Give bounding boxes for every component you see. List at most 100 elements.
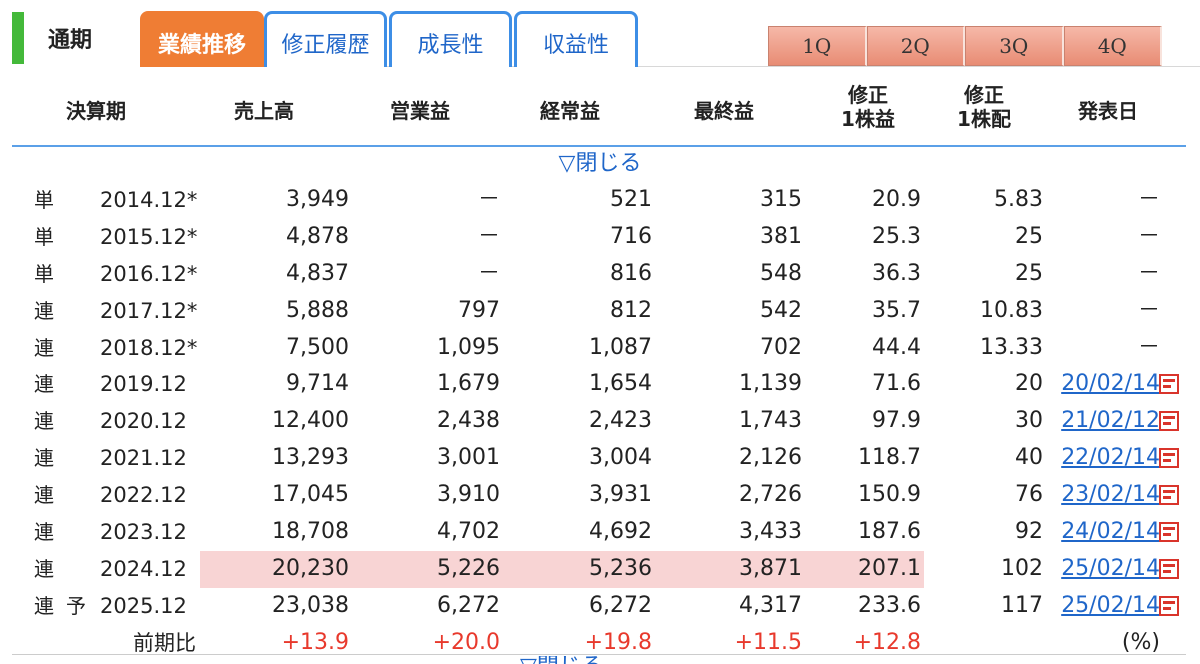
fiscal-period: 2017.12* xyxy=(100,298,198,323)
ordinary-profit-value: 1,087 xyxy=(589,334,652,360)
quarter-button-4q[interactable]: 4Q xyxy=(1063,26,1162,66)
net-profit-value: 3,871 xyxy=(739,555,802,581)
sales-value: 17,045 xyxy=(272,482,349,508)
pdf-document-icon[interactable] xyxy=(1159,485,1179,506)
quarter-button-2q[interactable]: 2Q xyxy=(866,26,965,66)
announce-date-link[interactable]: 24/02/14 xyxy=(1044,514,1160,551)
dividend-value: 92 xyxy=(1015,519,1043,545)
dividend-value: 117 xyxy=(1001,592,1043,618)
entity-type: 連 xyxy=(34,483,54,508)
sales-value: 3,949 xyxy=(286,187,349,212)
eps-value: 207.1 xyxy=(858,555,921,581)
ordinary-profit-value: 716 xyxy=(610,223,652,249)
net-profit-value: 542 xyxy=(760,297,802,323)
net-profit-value: 1,139 xyxy=(739,371,802,397)
sales-value: 20,230 xyxy=(272,555,349,581)
pdf-document-icon[interactable] xyxy=(1159,411,1179,432)
pdf-document-icon[interactable] xyxy=(1159,448,1179,469)
quarter-button-3q[interactable]: 3Q xyxy=(965,26,1064,66)
operating-profit-value: 1,679 xyxy=(437,371,500,397)
tab-profitability[interactable]: 収益性 xyxy=(514,11,638,67)
announce-date: － xyxy=(1137,223,1160,249)
net-profit-value: 2,726 xyxy=(739,482,802,508)
fiscal-period: 2015.12* xyxy=(100,224,198,249)
fiscal-period: 2016.12* xyxy=(100,261,198,286)
net-profit-value: 3,433 xyxy=(739,519,802,545)
entity-type: 連 xyxy=(34,520,54,545)
dividend-value: 13.33 xyxy=(980,334,1043,360)
eps-value: 36.3 xyxy=(872,260,921,286)
yoy-eps: +12.8 xyxy=(853,629,921,655)
operating-profit-value: 5,226 xyxy=(437,555,500,581)
dividend-value: 25 xyxy=(1015,223,1043,249)
fiscal-period: 2020.12 xyxy=(100,409,187,434)
announce-date-link[interactable]: 25/02/14 xyxy=(1044,551,1160,588)
table-row: 連予 2025.12 23,038 6,272 6,272 4,317 233.6 117 25… xyxy=(0,588,1200,625)
pdf-document-icon[interactable] xyxy=(1159,595,1179,616)
operating-profit-value: 4,702 xyxy=(437,519,500,545)
collapse-toggle-link-bottom[interactable]: ▽閉じる xyxy=(520,656,603,664)
period-type-title: 通期 xyxy=(48,28,93,53)
announce-date-link[interactable]: 23/02/14 xyxy=(1044,477,1160,514)
announce-date-link[interactable]: 20/02/14 xyxy=(1044,366,1160,403)
table-row: 連 2022.12 17,045 3,910 3,931 2,726 150.9 76 23/0… xyxy=(0,477,1200,514)
tab-bar: 通期 業績推移 修正履歴 成長性 収益性 1Q 2Q 3Q 4Q xyxy=(0,0,1200,75)
operating-profit-value: 3,001 xyxy=(437,445,500,471)
sales-value: 9,714 xyxy=(286,371,349,397)
entity-type: 連 xyxy=(34,409,54,434)
pdf-document-icon[interactable] xyxy=(1159,558,1179,579)
announce-date-link[interactable]: 21/02/12 xyxy=(1044,403,1160,440)
announce-date-link[interactable]: 22/02/14 xyxy=(1044,440,1160,477)
eps-value: 44.4 xyxy=(872,334,921,360)
tab-growth[interactable]: 成長性 xyxy=(389,11,512,67)
sales-value: 5,888 xyxy=(286,297,349,323)
entity-type: 連 xyxy=(34,556,54,581)
table-row: 連 2020.12 12,400 2,438 2,423 1,743 97.9 30 21/02… xyxy=(0,403,1200,440)
pdf-document-icon[interactable] xyxy=(1159,374,1179,395)
header-net: 最終益 xyxy=(694,99,754,123)
table-header: 決算期 売上高 営業益 経常益 最終益 修正 1株益 修正 1株配 発表日 xyxy=(0,75,1200,145)
eps-value: 97.9 xyxy=(872,408,921,434)
ordinary-profit-value: 521 xyxy=(610,187,652,212)
table-row: 連 2019.12 9,714 1,679 1,654 1,139 71.6 20 20/02/… xyxy=(0,366,1200,403)
header-ordinary: 経常益 xyxy=(540,99,600,123)
quarter-buttons: 1Q 2Q 3Q 4Q xyxy=(768,26,1162,66)
sales-value: 23,038 xyxy=(272,592,349,618)
header-announce-date: 発表日 xyxy=(1078,99,1138,123)
sales-value: 4,837 xyxy=(286,260,349,286)
pdf-document-icon[interactable] xyxy=(1159,522,1179,543)
table-row: 単 2015.12* 4,878 － 716 381 25.3 25 － xyxy=(0,219,1200,256)
quarter-button-1q[interactable]: 1Q xyxy=(768,26,867,66)
announce-date-link[interactable]: 25/02/14 xyxy=(1044,588,1160,625)
entity-type: 連 xyxy=(34,335,54,360)
yoy-unit: (%) xyxy=(1121,629,1160,655)
yoy-operating: +20.0 xyxy=(432,629,500,655)
entity-type: 単 xyxy=(34,188,54,212)
ordinary-profit-value: 812 xyxy=(610,297,652,323)
eps-value: 20.9 xyxy=(872,187,921,212)
dividend-value: 76 xyxy=(1015,482,1043,508)
ordinary-profit-value: 3,004 xyxy=(589,445,652,471)
net-profit-value: 1,743 xyxy=(739,408,802,434)
announce-date: － xyxy=(1137,297,1160,323)
operating-profit-value: － xyxy=(477,223,500,249)
collapse-toggle-link[interactable]: ▽閉じる xyxy=(0,147,1200,180)
earnings-table-page: 通期 業績推移 修正履歴 成長性 収益性 1Q 2Q 3Q 4Q 決算期 売上高… xyxy=(0,0,1200,664)
dividend-value: 30 xyxy=(1015,408,1043,434)
sales-value: 18,708 xyxy=(272,519,349,545)
net-profit-value: 702 xyxy=(760,334,802,360)
announce-date: － xyxy=(1137,334,1160,360)
eps-value: 233.6 xyxy=(858,592,921,618)
fiscal-period: 2024.12 xyxy=(100,556,187,581)
tab-revision-history[interactable]: 修正履歴 xyxy=(264,11,387,67)
fiscal-period: 2019.12 xyxy=(100,372,187,397)
ordinary-profit-value: 6,272 xyxy=(589,592,652,618)
dividend-value: 20 xyxy=(1015,371,1043,397)
tab-performance[interactable]: 業績推移 xyxy=(140,11,264,67)
eps-value: 187.6 xyxy=(858,519,921,545)
ordinary-profit-value: 4,692 xyxy=(589,519,652,545)
net-profit-value: 315 xyxy=(760,187,802,212)
yoy-label: 前期比 xyxy=(133,630,196,655)
announce-date: － xyxy=(1137,187,1160,212)
header-div-line2: 1株配 xyxy=(957,107,1011,131)
